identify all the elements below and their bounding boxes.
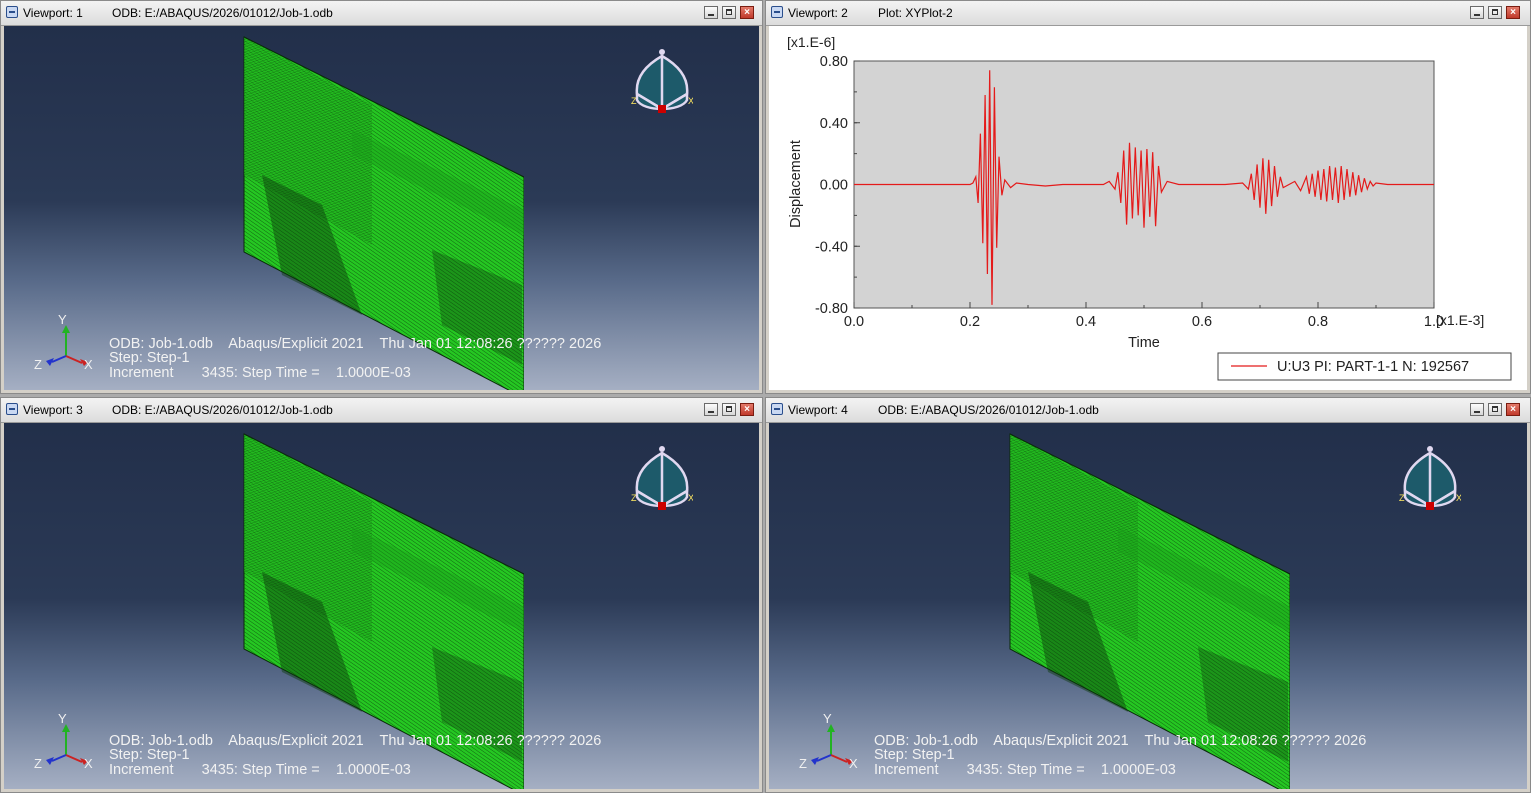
viewport-title: Viewport: 2 [788, 6, 848, 20]
maximize-icon[interactable] [722, 6, 736, 19]
viewport-title: Viewport: 1 [23, 6, 83, 20]
maximize-icon[interactable] [1488, 403, 1502, 416]
y-multiplier: [x1.E-6] [787, 34, 835, 50]
close-icon[interactable]: × [740, 403, 754, 416]
maximize-icon[interactable] [722, 403, 736, 416]
view-cube-icon[interactable] [631, 46, 693, 142]
y-axis-label: Displacement [788, 140, 804, 228]
axis-triad-icon: Y Z X [32, 312, 102, 378]
info-line-2: Step: Step-1 [109, 747, 190, 763]
viewport-subtitle: ODB: E:/ABAQUS/2026/01012/Job-1.odb [878, 403, 1099, 417]
viewport-title-bar[interactable]: Viewport: 2 Plot: XYPlot-2 × [766, 1, 1530, 26]
viewport-title-bar[interactable]: Viewport: 3 ODB: E:/ABAQUS/2026/01012/Jo… [1, 398, 762, 423]
info-line-1: ODB: Job-1.odb Abaqus/Explicit 2021 Thu … [874, 733, 1367, 749]
view-cube-icon[interactable] [1399, 443, 1461, 539]
x-axis-label: Time [1128, 335, 1160, 351]
info-line-3: Increment 3435: Step Time = 1.0000E-03 [109, 365, 411, 381]
triad-y-label: Y [823, 711, 832, 726]
xy-plot-canvas[interactable]: 0.0 0.2 0.4 0.6 0.8 1.0 0.80 0.40 0.00 -0.40 -0.80… [769, 26, 1527, 390]
y-tick-label: -0.80 [815, 301, 848, 317]
axis-triad-icon: Y Z X [797, 711, 867, 777]
view-cube-icon[interactable] [631, 443, 693, 539]
triad-y-label: Y [58, 711, 67, 726]
minimize-icon[interactable] [704, 6, 718, 19]
model-canvas[interactable]: Y Z X ODB: Job-1.odb Abaqus/Explicit 202… [769, 423, 1527, 789]
viewport-title-bar[interactable]: Viewport: 1 ODB: E:/ABAQUS/2026/01012/Jo… [1, 1, 762, 26]
viewport-subtitle: Plot: XYPlot-2 [878, 6, 953, 20]
viewport-menu-icon[interactable] [6, 403, 18, 415]
model-canvas[interactable]: Y Z X ODB: Job-1.odb Abaqus/Explicit 202… [4, 423, 759, 789]
info-line-2: Step: Step-1 [109, 350, 190, 366]
minimize-icon[interactable] [1470, 403, 1484, 416]
viewport-title-bar[interactable]: Viewport: 4 ODB: E:/ABAQUS/2026/01012/Jo… [766, 398, 1530, 423]
triad-z-label: Z [34, 756, 42, 771]
viewport-title: Viewport: 4 [788, 403, 848, 417]
triad-y-label: Y [58, 312, 67, 327]
close-icon[interactable]: × [1506, 403, 1520, 416]
y-tick-label: 0.80 [820, 54, 848, 70]
legend: U:U3 PI: PART-1-1 N: 192567 [1217, 352, 1512, 381]
legend-label: U:U3 PI: PART-1-1 N: 192567 [1277, 359, 1469, 375]
viewport-subtitle: ODB: E:/ABAQUS/2026/01012/Job-1.odb [112, 6, 333, 20]
viewport-title: Viewport: 3 [23, 403, 83, 417]
triad-z-label: Z [34, 357, 42, 372]
x-tick-label: 0.4 [1076, 314, 1096, 330]
viewport-subtitle: ODB: E:/ABAQUS/2026/01012/Job-1.odb [112, 403, 333, 417]
info-line-3: Increment 3435: Step Time = 1.0000E-03 [109, 762, 411, 778]
triad-x-label: X [84, 756, 93, 771]
axis-triad-icon: Y Z X [32, 711, 102, 777]
maximize-icon[interactable] [1488, 6, 1502, 19]
triad-x-label: X [849, 756, 858, 771]
triad-x-label: X [84, 357, 93, 372]
minimize-icon[interactable] [704, 403, 718, 416]
x-multiplier: [x1.E-3] [1436, 312, 1484, 328]
close-icon[interactable]: × [740, 6, 754, 19]
viewport-menu-icon[interactable] [771, 403, 783, 415]
xy-plot: 0.0 0.2 0.4 0.6 0.8 1.00.800.400.00-0.40-0.80… [787, 34, 1512, 381]
x-tick-label: 0.6 [1192, 314, 1212, 330]
info-line-1: ODB: Job-1.odb Abaqus/Explicit 2021 Thu … [109, 336, 602, 352]
x-tick-label: 0.2 [960, 314, 980, 330]
close-icon[interactable]: × [1506, 6, 1520, 19]
y-tick-label: -0.40 [815, 239, 848, 255]
viewport-menu-icon[interactable] [771, 6, 783, 18]
minimize-icon[interactable] [1470, 6, 1484, 19]
info-line-2: Step: Step-1 [874, 747, 955, 763]
viewport-4[interactable]: Viewport: 4 ODB: E:/ABAQUS/2026/01012/Jo… [765, 397, 1531, 793]
viewport-1[interactable]: Viewport: 1 ODB: E:/ABAQUS/2026/01012/Jo… [0, 0, 763, 394]
info-line-3: Increment 3435: Step Time = 1.0000E-03 [874, 762, 1176, 778]
info-line-1: ODB: Job-1.odb Abaqus/Explicit 2021 Thu … [109, 733, 602, 749]
viewport-2[interactable]: Viewport: 2 Plot: XYPlot-2 × 0.0 0.2 0.4 0.… [765, 0, 1531, 394]
x-tick-label: 0.8 [1308, 314, 1328, 330]
viewport-3[interactable]: Viewport: 3 ODB: E:/ABAQUS/2026/01012/Jo… [0, 397, 763, 793]
viewport-menu-icon[interactable] [6, 6, 18, 18]
y-tick-label: 0.40 [820, 116, 848, 132]
triad-z-label: Z [799, 756, 807, 771]
y-tick-label: 0.00 [820, 178, 848, 194]
model-canvas[interactable]: Y Z X ODB: Job-1.odb Abaqus/Explicit 202… [4, 26, 759, 390]
